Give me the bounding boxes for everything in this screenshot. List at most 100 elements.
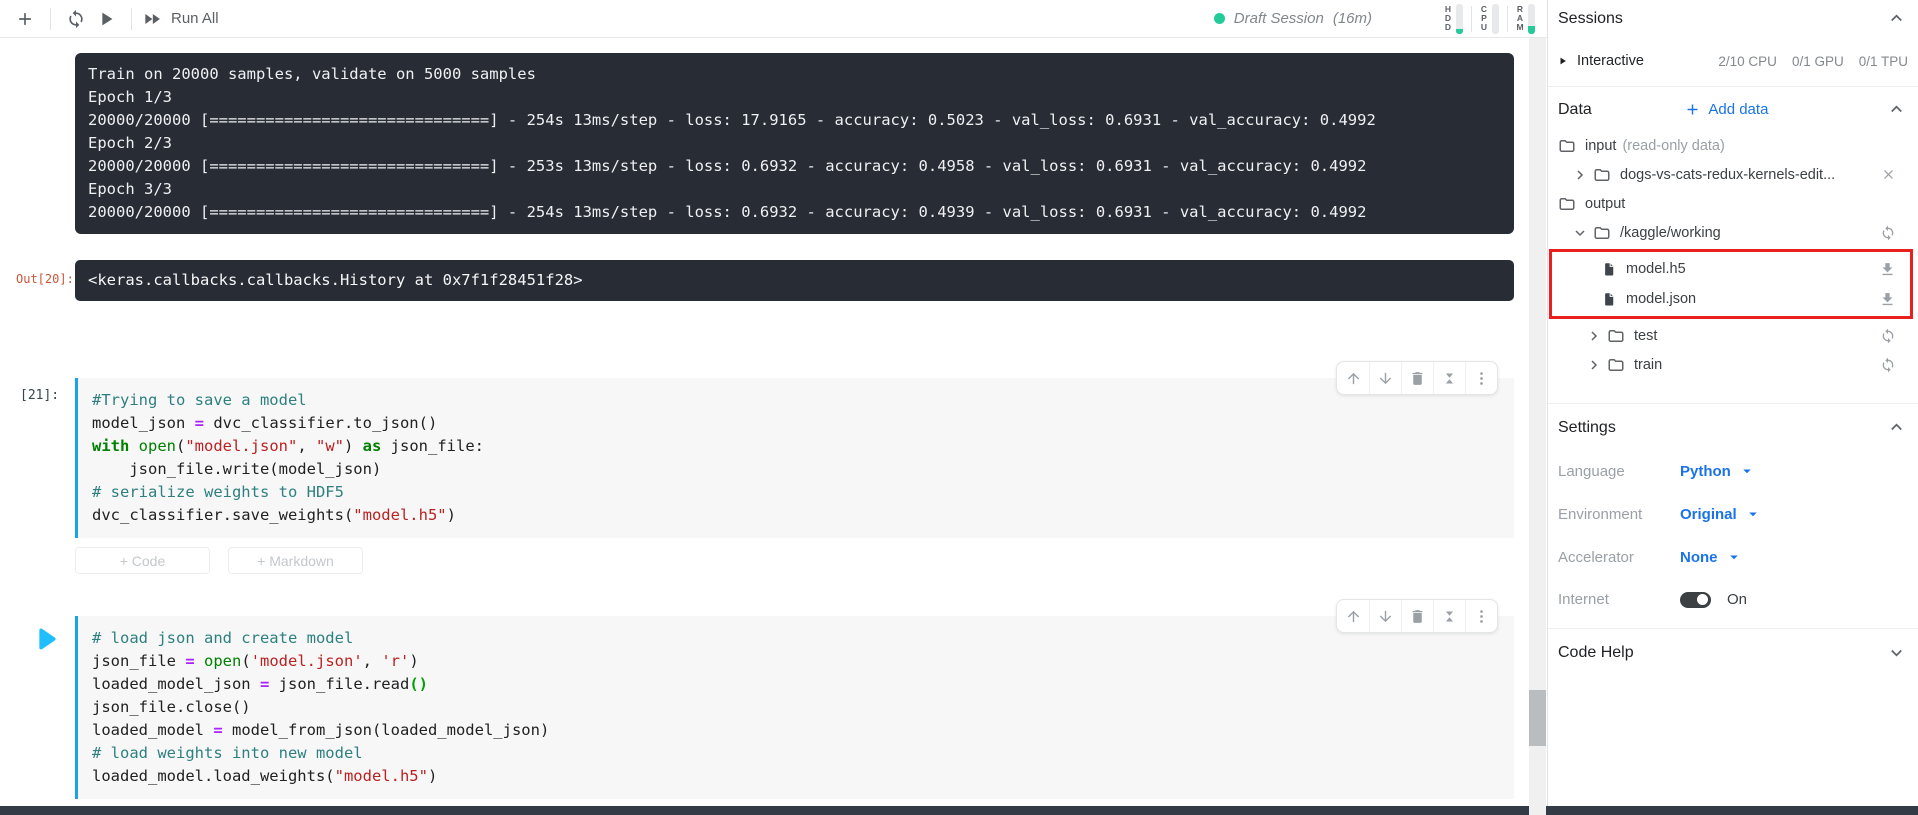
chevron-down-icon[interactable] <box>1572 225 1588 241</box>
add-cell-button[interactable] <box>10 4 40 34</box>
move-cell-down-button[interactable] <box>1369 362 1401 394</box>
tree-row-test[interactable]: test <box>1558 321 1908 350</box>
tree-row-model-h5[interactable]: model.h5 <box>1602 254 1896 284</box>
restart-session-button[interactable] <box>61 4 91 34</box>
sessions-section: Sessions Interactive 2/10 CPU 0/1 GPU 0/… <box>1548 0 1918 70</box>
session-label: Draft Session <box>1233 10 1324 27</box>
arrow-up-icon <box>1345 370 1362 387</box>
expand-code-help-button[interactable] <box>1887 643 1908 662</box>
environment-setting-row: Environment Original <box>1558 505 1908 523</box>
data-title: Data <box>1558 100 1592 118</box>
move-cell-down-button[interactable] <box>1369 600 1401 632</box>
language-setting-row: Language Python <box>1558 462 1908 480</box>
trash-icon <box>1409 608 1426 625</box>
folder-icon <box>1607 356 1625 374</box>
environment-dropdown[interactable]: Original <box>1680 505 1762 523</box>
caret-down-icon <box>1738 462 1756 480</box>
collapse-data-button[interactable] <box>1887 100 1908 119</box>
add-markdown-cell-button[interactable]: + Markdown <box>228 547 363 574</box>
file-icon <box>1602 292 1617 307</box>
triangle-right-icon <box>1558 56 1568 66</box>
tree-row-train[interactable]: train <box>1558 350 1908 379</box>
collapse-settings-button[interactable] <box>1887 418 1908 437</box>
cell-toolbar <box>1336 361 1498 395</box>
out-execution-label: Out[20]: <box>16 272 74 286</box>
refresh-folder-button[interactable] <box>1880 328 1896 344</box>
cpu-usage-bar <box>1492 3 1499 34</box>
notebook-scroll-area: Train on 20000 samples, validate on 5000… <box>0 38 1547 799</box>
delete-cell-button[interactable] <box>1401 600 1433 632</box>
tree-label: train <box>1634 356 1663 373</box>
collapse-sessions-button[interactable] <box>1887 9 1908 28</box>
accelerator-value: None <box>1680 548 1718 566</box>
refresh-icon <box>1880 328 1896 344</box>
close-icon <box>1881 167 1896 182</box>
delete-cell-button[interactable] <box>1401 362 1433 394</box>
fast-forward-icon <box>142 9 162 29</box>
cpu-quota: 2/10 CPU <box>1718 53 1777 69</box>
accelerator-label: Accelerator <box>1558 548 1634 566</box>
play-icon <box>95 8 117 30</box>
remove-dataset-button[interactable] <box>1881 167 1896 182</box>
run-button[interactable] <box>91 4 121 34</box>
run-all-button[interactable]: Run All <box>142 9 219 29</box>
refresh-icon <box>1880 225 1896 241</box>
tree-row-dataset[interactable]: dogs-vs-cats-redux-kernels-edit... <box>1558 160 1908 189</box>
internet-toggle[interactable] <box>1680 591 1711 608</box>
notebook-scrollbar-track[interactable] <box>1529 38 1546 815</box>
refresh-folder-button[interactable] <box>1880 357 1896 373</box>
run-cell-button[interactable] <box>28 622 62 656</box>
collapse-cell-button[interactable] <box>1433 600 1465 632</box>
kebab-menu-icon <box>1473 370 1490 387</box>
environment-value: Original <box>1680 505 1737 523</box>
kebab-menu-icon <box>1473 608 1490 625</box>
arrow-down-icon <box>1377 370 1394 387</box>
data-section: Data Add data input (read-only data) dog… <box>1548 86 1918 379</box>
code-editor[interactable]: # load json and create model json_file = … <box>75 616 1514 799</box>
language-dropdown[interactable]: Python <box>1680 462 1756 480</box>
add-code-cell-button[interactable]: + Code <box>75 547 210 574</box>
interactive-session-label: Interactive <box>1577 53 1644 69</box>
refresh-folder-button[interactable] <box>1880 225 1896 241</box>
interactive-session-row[interactable]: Interactive 2/10 CPU 0/1 GPU 0/1 TPU <box>1558 53 1908 69</box>
bottom-console-bar[interactable] <box>0 806 1918 815</box>
add-data-label: Add data <box>1708 101 1769 118</box>
code-editor[interactable]: #Trying to save a model model_json = dvc_… <box>75 378 1514 538</box>
chevron-right-icon[interactable] <box>1586 328 1602 344</box>
cpu-monitor: CPU <box>1472 3 1507 34</box>
tree-row-working[interactable]: /kaggle/working <box>1558 218 1908 247</box>
chevron-up-icon <box>1887 418 1906 437</box>
training-console-output: Train on 20000 samples, validate on 5000… <box>75 53 1514 234</box>
tree-row-input[interactable]: input (read-only data) <box>1558 131 1908 160</box>
add-data-button[interactable]: Add data <box>1684 101 1768 118</box>
move-cell-up-button[interactable] <box>1337 362 1369 394</box>
chevron-right-icon[interactable] <box>1586 357 1602 373</box>
tree-row-output[interactable]: output <box>1558 189 1908 218</box>
session-resource-stats: 2/10 CPU 0/1 GPU 0/1 TPU <box>1718 54 1908 69</box>
move-cell-up-button[interactable] <box>1337 600 1369 632</box>
cpu-label: CPU <box>1480 4 1488 32</box>
tree-row-model-json[interactable]: model.json <box>1602 284 1896 314</box>
tree-label: input <box>1585 137 1617 154</box>
code-cell-load-model: # load json and create model json_file = … <box>0 599 1514 799</box>
tree-label: model.json <box>1626 291 1697 307</box>
session-status[interactable]: Draft Session (16m) <box>1213 10 1372 27</box>
play-icon <box>39 628 56 650</box>
cell-menu-button[interactable] <box>1465 600 1497 632</box>
session-status-dot <box>1213 13 1225 24</box>
gpu-quota: 0/1 GPU <box>1791 53 1844 69</box>
accelerator-dropdown[interactable]: None <box>1680 548 1743 566</box>
cell-menu-button[interactable] <box>1465 362 1497 394</box>
notebook-scrollbar-thumb[interactable] <box>1529 690 1546 746</box>
download-model-json-button[interactable] <box>1879 291 1896 308</box>
collapse-icon <box>1441 370 1458 387</box>
code-help-section: Code Help <box>1548 628 1918 662</box>
tree-label: dogs-vs-cats-redux-kernels-edit... <box>1620 166 1836 183</box>
collapse-cell-button[interactable] <box>1433 362 1465 394</box>
settings-section: Settings Language Python Environment Ori… <box>1548 403 1918 608</box>
chevron-right-icon[interactable] <box>1572 167 1588 183</box>
plus-icon <box>15 9 35 29</box>
accelerator-setting-row: Accelerator None <box>1558 548 1908 566</box>
tpu-quota: 0/1 TPU <box>1858 53 1908 69</box>
download-model-h5-button[interactable] <box>1879 261 1896 278</box>
